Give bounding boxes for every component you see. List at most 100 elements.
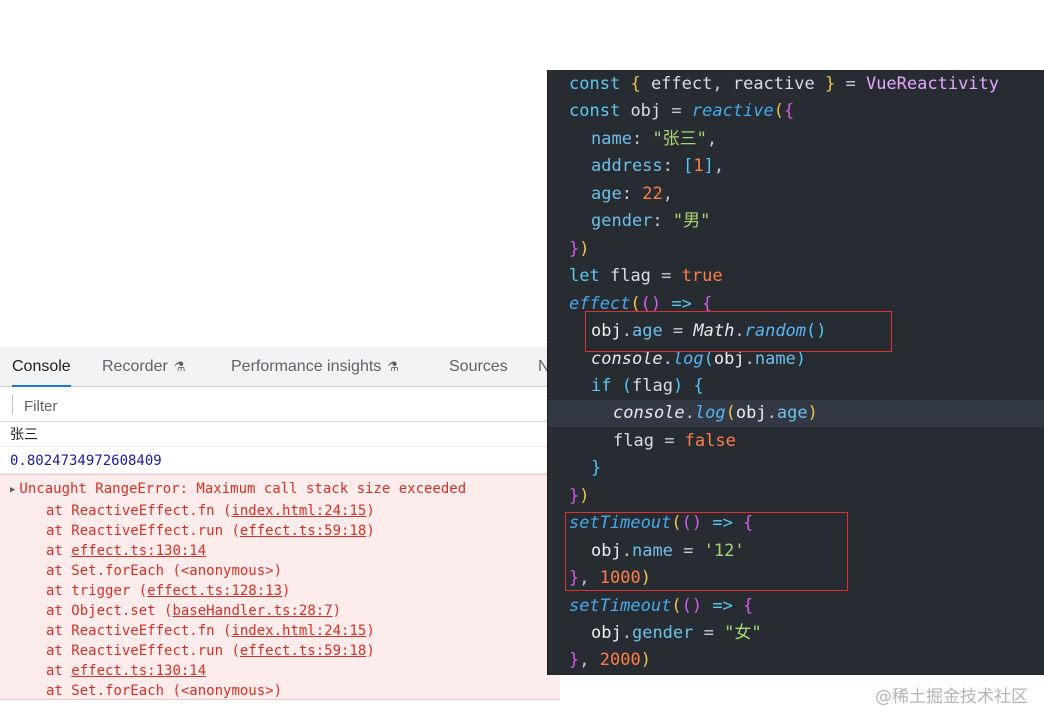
code-token: false <box>684 430 736 451</box>
code-line[interactable]: const obj = reactive({ <box>548 98 1044 125</box>
code-token: } <box>824 74 836 94</box>
code-token: 22 <box>642 183 663 204</box>
tab-performance-insights-label: Performance insights <box>231 358 382 375</box>
stack-frame: at ReactiveEffect.run (effect.ts:59:18) <box>46 641 375 661</box>
stack-source-link[interactable]: index.html:24:15 <box>231 623 366 639</box>
code-token: } <box>569 650 580 671</box>
stack-function: Set.forEach ( <box>71 563 181 579</box>
tab-console[interactable]: Console <box>12 347 71 387</box>
stack-source-link[interactable]: effect.ts:130:14 <box>71 663 206 679</box>
tab-sources[interactable]: Sources <box>449 347 508 387</box>
stack-source: <anonymous> <box>180 563 274 579</box>
code-line[interactable]: address: [1], <box>548 153 1044 180</box>
watermark: @稀土掘金技术社区 <box>875 687 1028 707</box>
code-token: : <box>621 183 643 204</box>
stack-frame: at ReactiveEffect.fn (index.html:24:15) <box>46 621 375 641</box>
stack-source-link[interactable]: effect.ts:130:14 <box>71 543 206 559</box>
stack-paren: ) <box>366 623 375 639</box>
stack-source-link[interactable]: effect.ts:59:18 <box>240 523 366 539</box>
stack-paren: ) <box>332 603 342 619</box>
code-token: , <box>713 156 725 177</box>
error-headline[interactable]: ▶ Uncaught RangeError: Maximum call stack… <box>10 481 466 497</box>
code-line[interactable]: obj.gender = "女" <box>548 620 1044 647</box>
flask-icon: ⚗ <box>173 359 186 374</box>
stack-at: at <box>46 603 72 619</box>
code-token: { <box>743 595 754 616</box>
code-line[interactable]: console.log(obj.age) <box>548 400 1044 428</box>
code-token: , <box>579 650 600 671</box>
stack-paren: ) <box>273 563 283 579</box>
code-token: = <box>650 266 682 287</box>
tab-recorder[interactable]: Recorder ⚗ <box>102 347 185 387</box>
stack-function: ReactiveEffect.fn ( <box>71 623 232 639</box>
code-token: , <box>706 128 718 149</box>
code-line[interactable]: }) <box>548 236 1044 263</box>
code-token: flag <box>609 266 651 287</box>
tab-performance-insights[interactable]: Performance insights ⚗ <box>231 347 399 387</box>
code-token: : <box>652 211 673 232</box>
code-token: gender <box>631 623 694 643</box>
code-token: . <box>766 403 777 424</box>
error-text: Uncaught RangeError: Maximum call stack … <box>19 481 467 497</box>
code-token: = <box>661 101 692 122</box>
stack-source-link[interactable]: index.html:24:15 <box>231 503 366 519</box>
code-token: => <box>702 595 744 616</box>
code-token: . <box>684 403 695 424</box>
code-line[interactable]: let flag = true <box>548 263 1044 290</box>
stack-at: at <box>46 523 72 539</box>
code-token: } <box>569 238 580 259</box>
code-line[interactable]: }) <box>548 483 1044 510</box>
code-token: . <box>621 623 632 643</box>
code-token: obj <box>591 623 622 643</box>
code-token: "张三" <box>652 128 707 149</box>
code-token: = <box>693 623 725 643</box>
stack-source-link[interactable]: baseHandler.ts:28:7 <box>172 603 332 619</box>
stack-frame: at Set.forEach (<anonymous>) <box>46 561 282 581</box>
code-token: ) <box>807 403 818 424</box>
stack-source-link[interactable]: effect.ts:59:18 <box>240 643 366 659</box>
code-token: ) <box>579 238 590 259</box>
stack-source-link[interactable]: effect.ts:128:13 <box>147 583 282 599</box>
code-token: , <box>662 183 673 204</box>
code-line[interactable]: age: 22, <box>548 181 1044 208</box>
code-token: [ <box>683 156 694 177</box>
console-error-message: ▶ Uncaught RangeError: Maximum call stack… <box>0 474 560 700</box>
code-line[interactable]: } <box>548 455 1044 482</box>
stack-function: trigger ( <box>71 583 148 599</box>
code-line[interactable]: setTimeout(() => { <box>548 593 1044 620</box>
expand-triangle-icon[interactable]: ▶ <box>10 485 15 495</box>
flask-icon: ⚗ <box>387 359 399 374</box>
code-token: obj <box>630 101 662 122</box>
code-token: VueReactivity <box>865 74 1000 94</box>
code-token: age <box>776 403 808 424</box>
stack-frame: at ReactiveEffect.fn (index.html:24:15) <box>46 501 375 521</box>
code-token: : <box>631 128 653 149</box>
highlight-box <box>585 311 892 352</box>
stack-at: at <box>46 503 72 519</box>
code-token: const <box>569 74 621 94</box>
code-token: "男" <box>672 211 711 232</box>
code-line[interactable]: if (flag) { <box>548 373 1044 400</box>
stack-at: at <box>46 683 72 699</box>
code-token: reactive <box>732 74 815 94</box>
stack-paren: ) <box>282 583 291 599</box>
stack-frame: at effect.ts:130:14 <box>46 541 206 561</box>
code-line[interactable]: const { effect, reactive } = VueReactivi… <box>548 71 1044 98</box>
stack-paren: ) <box>366 503 375 519</box>
code-token: flag <box>631 375 673 396</box>
code-line[interactable]: }, 2000) <box>548 647 1044 674</box>
code-token: ) <box>640 650 651 671</box>
filter-divider <box>12 395 13 415</box>
filter-input[interactable] <box>16 391 552 421</box>
code-line[interactable]: flag = false <box>548 428 1044 455</box>
code-token: = <box>653 430 685 451</box>
stack-at: at <box>46 563 72 579</box>
code-editor: const { effect, reactive } = VueReactivi… <box>547 70 1044 675</box>
stack-at: at <box>46 623 72 639</box>
code-line[interactable]: name: "张三", <box>548 126 1044 153</box>
code-token: ) <box>672 375 684 396</box>
stack-frame: at Object.set (baseHandler.ts:28:7) <box>46 601 341 621</box>
stack-function: ReactiveEffect.run ( <box>71 643 240 659</box>
code-line[interactable]: gender: "男" <box>548 208 1044 235</box>
